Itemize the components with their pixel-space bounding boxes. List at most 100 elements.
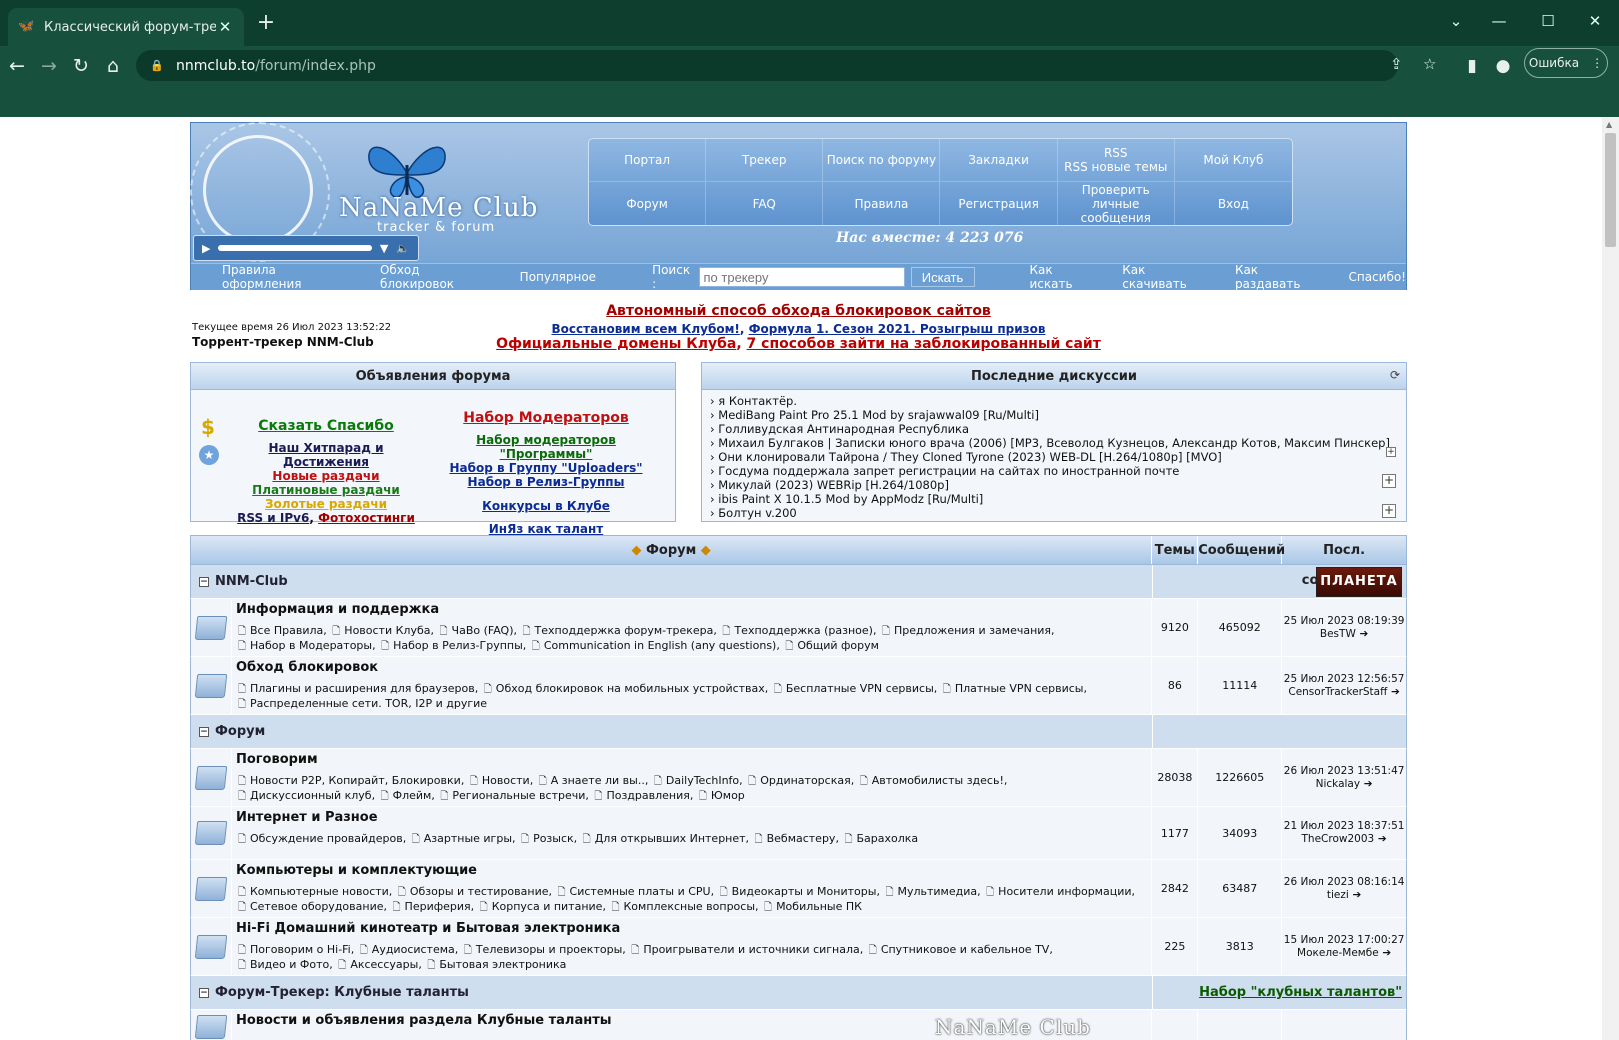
subforum-link[interactable]: Ординаторская [746, 774, 851, 787]
discussion-item[interactable]: › MediBang Paint Pro 25.1 Mod by srajaww… [710, 408, 1398, 422]
close-tab-icon[interactable]: ✕ [216, 18, 234, 36]
ann-right-link-0[interactable]: Набор Модераторов [463, 410, 629, 426]
subforum-link[interactable]: Communication in English (any questions) [530, 639, 777, 652]
subforum-link[interactable]: Новости [468, 774, 530, 787]
menu-item-6[interactable]: Форум [589, 182, 707, 225]
subforum-link[interactable]: Аудиосистема [358, 943, 455, 956]
ann-left-link-5[interactable]: RSS и IPv6 [237, 511, 309, 525]
subforum-link[interactable]: Вебмастеру [753, 832, 836, 845]
subforum-link[interactable]: Бесплатные VPN сервисы [772, 682, 934, 695]
discussion-title[interactable]: Голливудская Антинародная Республика [718, 422, 969, 436]
scroll-up-icon[interactable]: ▲ [1606, 120, 1612, 129]
link-formatting-rules[interactable]: Правила оформления [222, 263, 349, 291]
search-input[interactable] [698, 267, 905, 287]
planet-logo[interactable]: ПЛАНЕТА [1316, 566, 1402, 597]
menu-item-8[interactable]: Правила [823, 182, 941, 225]
subforum-link[interactable]: Дискуссионный клуб [236, 789, 372, 802]
category-name[interactable]: − Форум-Трекер: Клубные таланты [191, 985, 1152, 1000]
talents-link[interactable]: Набор "клубных талантов" [1199, 985, 1402, 1000]
forward-icon[interactable]: → [35, 52, 63, 80]
profile-avatar-icon[interactable]: ● [1489, 52, 1517, 80]
ann-right-link-2[interactable]: Набор в Группу "Uploaders" [449, 461, 642, 475]
subforum-link[interactable]: Комплексные вопросы [609, 900, 755, 913]
menu-item-0[interactable]: Портал [589, 139, 707, 182]
last-post-user[interactable]: TheCrow2003 [1302, 833, 1387, 846]
header-forum[interactable]: ◆ Форум ◆ [191, 536, 1153, 564]
subforum-link[interactable]: Обсуждение провайдеров [236, 832, 403, 845]
last-post-user[interactable]: CensorTrackerStaff [1288, 686, 1399, 699]
subforum-link[interactable]: Поздравления [592, 789, 689, 802]
subforum-link[interactable]: Периферия [391, 900, 471, 913]
subforum-link[interactable]: Обход блокировок на мобильных устройства… [482, 682, 765, 695]
close-window-icon[interactable]: ✕ [1580, 8, 1610, 34]
notice-autonomous-bypass[interactable]: Автономный способ обхода блокировок сайт… [190, 303, 1407, 319]
last-post-user[interactable]: Nickalay [1316, 778, 1373, 791]
dropdown-icon[interactable]: ▼ [380, 242, 388, 255]
ann-left-link-4[interactable]: Золотые раздачи [265, 497, 387, 511]
discussion-title[interactable]: Болтун v.200 [718, 506, 796, 520]
subforum-link[interactable]: Техподдержка (разное) [720, 624, 873, 637]
bookmark-star-icon[interactable]: ☆ [1423, 55, 1436, 73]
subforum-link[interactable]: А знаете ли вы.. [537, 774, 645, 787]
subforum-link[interactable]: Носители информации [984, 885, 1131, 898]
subforum-link[interactable]: Плагины и расширения для браузеров [236, 682, 475, 695]
category-name[interactable]: − NNM-Club [191, 574, 1152, 589]
subforum-link[interactable]: Видео и Фото [236, 958, 329, 971]
scrollbar-thumb[interactable] [1605, 133, 1616, 247]
maximize-icon[interactable]: ☐ [1533, 8, 1563, 34]
address-bar[interactable]: 🔒 nnmclub.to/forum/index.php ⇪ ☆ [136, 50, 1436, 81]
subforum-link[interactable]: Все Правила [236, 624, 323, 637]
subforum-link[interactable]: Телевизоры и проекторы [462, 943, 622, 956]
subforum-link[interactable]: Сетевое оборудование [236, 900, 384, 913]
subforum-link[interactable]: Новости Клуба [330, 624, 430, 637]
ann-right-link-1[interactable]: Набор модераторов "Программы" [476, 433, 616, 461]
audio-player[interactable]: ▶ ▼ 🔈 [193, 235, 419, 261]
minimize-icon[interactable]: — [1484, 8, 1514, 34]
collapse-icon[interactable]: − [199, 576, 209, 587]
subforum-link[interactable]: Флейм [379, 789, 432, 802]
menu-item-3[interactable]: Закладки [940, 139, 1058, 182]
ann-left-link-6[interactable]: Фотохостинги [318, 511, 415, 525]
subforum-link[interactable]: Предложения и замечания [880, 624, 1051, 637]
volume-icon[interactable]: 🔈 [396, 242, 410, 255]
forum-title[interactable]: Информация и поддержка [236, 602, 1147, 617]
subforum-link[interactable]: Техподдержка форум-трекера [521, 624, 714, 637]
category-title[interactable]: Форум-Трекер: Клубные таланты [215, 985, 469, 1000]
discussion-item[interactable]: › Михаил Булгаков | Записки юного врача … [710, 436, 1398, 450]
link-popular[interactable]: Популярное [520, 270, 596, 284]
ann-right-link-5[interactable]: ИнЯз как талант [489, 522, 603, 536]
discussion-title[interactable]: ibis Paint X 10.1.5 Mod by AppModz [Ru/M… [718, 492, 983, 506]
subforum-link[interactable]: Общий форум [783, 639, 879, 652]
menu-item-10[interactable]: Проверить личные сообщения [1058, 182, 1175, 225]
discussion-item[interactable]: › Болтун v.200 [710, 506, 1398, 520]
subforum-link[interactable]: Распределенные сети. TOR, I2P и другие [236, 697, 487, 710]
discussion-title[interactable]: я Контактёр. [718, 394, 797, 408]
subforum-link[interactable]: Мультимедиа [883, 885, 977, 898]
subforum-link[interactable]: Компьютерные новости [236, 885, 389, 898]
subforum-link[interactable]: Спутниковое и кабельное TV [867, 943, 1050, 956]
discussion-item[interactable]: › ibis Paint X 10.1.5 Mod by AppModz [Ru… [710, 492, 1398, 506]
tab-search-icon[interactable]: ⌄ [1441, 8, 1471, 34]
forum-title[interactable]: Интернет и Разное [236, 810, 1147, 825]
subforum-link[interactable]: Набор в Релиз-Группы [379, 639, 523, 652]
ann-left-link-1[interactable]: Наш Хитпарад и Достижения [268, 441, 383, 469]
discussion-item[interactable]: › я Контактёр. [710, 394, 1398, 408]
subforum-link[interactable]: Платные VPN сервисы [941, 682, 1084, 695]
subforum-link[interactable]: Видеокарты и Мониторы [718, 885, 877, 898]
reload-icon[interactable]: ↻ [67, 52, 95, 80]
error-button[interactable]: Ошибка ⋮ [1524, 48, 1608, 78]
discussion-title[interactable]: MediBang Paint Pro 25.1 Mod by srajawwal… [718, 408, 1039, 422]
last-post-user[interactable]: BesTW [1320, 628, 1368, 641]
menu-item-7[interactable]: FAQ [706, 182, 824, 225]
subforum-link[interactable]: Набор в Модераторы [236, 639, 372, 652]
menu-item-2[interactable]: Поиск по форуму [823, 139, 941, 182]
ann-left-link-3[interactable]: Платиновые раздачи [252, 483, 400, 497]
link-bypass-blocks[interactable]: Обход блокировок [380, 263, 489, 291]
expand-icon[interactable]: + [1382, 474, 1396, 488]
collapse-icon[interactable]: − [199, 726, 209, 737]
site-logo[interactable]: NaNaMe Club [339, 193, 538, 223]
play-icon[interactable]: ▶ [202, 242, 210, 255]
subforum-link[interactable]: Мобильные ПК [762, 900, 862, 913]
browser-tab[interactable]: 🦋 Классический форум-трекер :: I ✕ [8, 8, 244, 46]
home-icon[interactable]: ⌂ [99, 52, 127, 80]
